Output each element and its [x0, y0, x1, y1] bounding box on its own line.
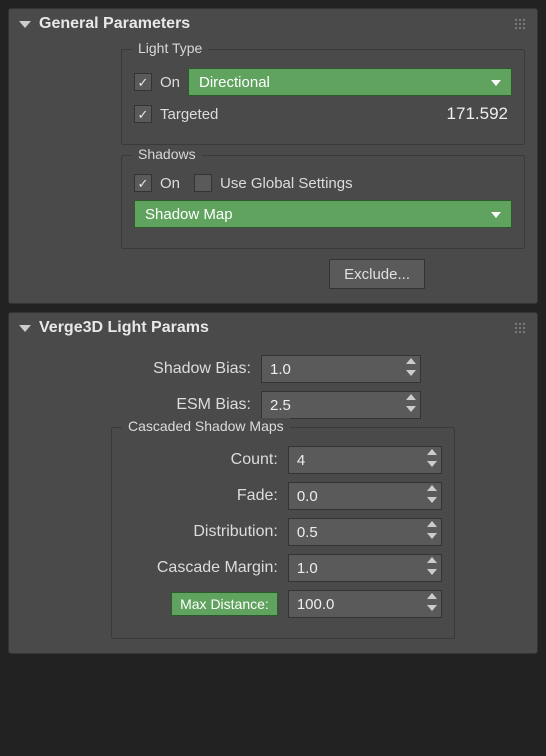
- disclosure-triangle-icon[interactable]: [19, 21, 31, 28]
- chevron-up-icon[interactable]: [427, 521, 437, 527]
- shadows-on-label: On: [160, 175, 180, 192]
- chevron-up-icon[interactable]: [427, 557, 437, 563]
- panel-header[interactable]: Verge3D Light Params: [9, 313, 537, 343]
- chevron-up-icon[interactable]: [406, 358, 416, 364]
- spinner-arrows[interactable]: [427, 485, 437, 503]
- csm-count-spinner[interactable]: 4: [288, 446, 442, 474]
- csm-cascade-margin-row: Cascade Margin: 1.0: [124, 554, 442, 582]
- chevron-down-icon: [491, 80, 501, 86]
- chevron-down-icon[interactable]: [406, 370, 416, 376]
- use-global-label: Use Global Settings: [220, 175, 353, 192]
- shadow-type-dropdown[interactable]: Shadow Map: [134, 200, 512, 228]
- csm-cascade-margin-spinner[interactable]: 1.0: [288, 554, 442, 582]
- light-type-dropdown[interactable]: Directional: [188, 68, 512, 96]
- shadow-bias-spinner[interactable]: 1.0: [261, 355, 421, 383]
- csm-distribution-row: Distribution: 0.5: [124, 518, 442, 546]
- spinner-arrows[interactable]: [427, 449, 437, 467]
- light-on-checkbox[interactable]: [134, 73, 152, 91]
- targeted-row: Targeted 171.592: [134, 104, 512, 124]
- chevron-down-icon: [491, 212, 501, 218]
- dropdown-value: Directional: [199, 74, 270, 91]
- shadows-on-checkbox[interactable]: [134, 174, 152, 192]
- spinner-arrows[interactable]: [427, 557, 437, 575]
- chevron-down-icon[interactable]: [427, 533, 437, 539]
- panel-title: Verge3D Light Params: [39, 319, 209, 337]
- shadow-type-row: Shadow Map: [134, 200, 512, 228]
- csm-max-distance-row: Max Distance: 100.0: [124, 590, 442, 618]
- csm-distribution-label: Distribution:: [124, 523, 278, 541]
- spinner-arrows[interactable]: [427, 521, 437, 539]
- panel-title: General Parameters: [39, 15, 190, 33]
- targeted-checkbox[interactable]: [134, 105, 152, 123]
- exclude-button[interactable]: Exclude...: [329, 259, 425, 289]
- light-on-row: On Directional: [134, 68, 512, 96]
- shadow-bias-row: Shadow Bias: 1.0: [21, 355, 525, 383]
- group-legend: Light Type: [132, 40, 208, 56]
- dropdown-value: Shadow Map: [145, 206, 233, 223]
- csm-cascade-margin-label: Cascade Margin:: [124, 559, 278, 577]
- button-label: Exclude...: [344, 266, 410, 283]
- chevron-up-icon[interactable]: [427, 593, 437, 599]
- csm-count-row: Count: 4: [124, 446, 442, 474]
- targeted-value: 171.592: [447, 104, 512, 124]
- disclosure-triangle-icon[interactable]: [19, 325, 31, 332]
- group-legend: Shadows: [132, 146, 202, 162]
- spinner-value: 1.0: [270, 361, 291, 378]
- group-legend: Cascaded Shadow Maps: [122, 418, 290, 434]
- spinner-value: 1.0: [297, 560, 318, 577]
- csm-max-distance-label: Max Distance:: [171, 592, 278, 616]
- spinner-value: 0.5: [297, 524, 318, 541]
- csm-distribution-spinner[interactable]: 0.5: [288, 518, 442, 546]
- spinner-arrows[interactable]: [406, 394, 416, 412]
- chevron-down-icon[interactable]: [406, 406, 416, 412]
- use-global-checkbox[interactable]: [194, 174, 212, 192]
- panel-body: Light Type On Directional Targeted 171.5…: [9, 39, 537, 303]
- esm-bias-label: ESM Bias:: [21, 396, 251, 414]
- chevron-up-icon[interactable]: [427, 449, 437, 455]
- chevron-up-icon[interactable]: [406, 394, 416, 400]
- csm-fade-spinner[interactable]: 0.0: [288, 482, 442, 510]
- csm-max-distance-spinner[interactable]: 100.0: [288, 590, 442, 618]
- spinner-value: 0.0: [297, 488, 318, 505]
- light-on-label: On: [160, 74, 180, 91]
- spinner-value: 4: [297, 452, 305, 469]
- drag-grip-icon[interactable]: [515, 323, 527, 335]
- spinner-value: 2.5: [270, 397, 291, 414]
- shadows-on-row: On Use Global Settings: [134, 174, 512, 192]
- csm-fade-row: Fade: 0.0: [124, 482, 442, 510]
- cascaded-shadow-maps-group: Cascaded Shadow Maps Count: 4 Fade: 0.0: [111, 427, 455, 639]
- general-parameters-panel: General Parameters Light Type On Directi…: [8, 8, 538, 304]
- chevron-down-icon[interactable]: [427, 605, 437, 611]
- drag-grip-icon[interactable]: [515, 19, 527, 31]
- exclude-row: Exclude...: [21, 259, 425, 289]
- chevron-down-icon[interactable]: [427, 569, 437, 575]
- targeted-label: Targeted: [160, 106, 218, 123]
- spinner-arrows[interactable]: [406, 358, 416, 376]
- spinner-value: 100.0: [297, 596, 335, 613]
- esm-bias-spinner[interactable]: 2.5: [261, 391, 421, 419]
- chevron-up-icon[interactable]: [427, 485, 437, 491]
- chevron-down-icon[interactable]: [427, 461, 437, 467]
- csm-count-label: Count:: [124, 451, 278, 469]
- light-type-group: Light Type On Directional Targeted 171.5…: [121, 49, 525, 145]
- shadow-bias-label: Shadow Bias:: [21, 360, 251, 378]
- chevron-down-icon[interactable]: [427, 497, 437, 503]
- verge3d-light-params-panel: Verge3D Light Params Shadow Bias: 1.0 ES…: [8, 312, 538, 654]
- esm-bias-row: ESM Bias: 2.5: [21, 391, 525, 419]
- panel-body: Shadow Bias: 1.0 ESM Bias: 2.5 Cascaded …: [9, 343, 537, 653]
- shadows-group: Shadows On Use Global Settings Shadow Ma…: [121, 155, 525, 249]
- panel-header[interactable]: General Parameters: [9, 9, 537, 39]
- spinner-arrows[interactable]: [427, 593, 437, 611]
- csm-fade-label: Fade:: [124, 487, 278, 505]
